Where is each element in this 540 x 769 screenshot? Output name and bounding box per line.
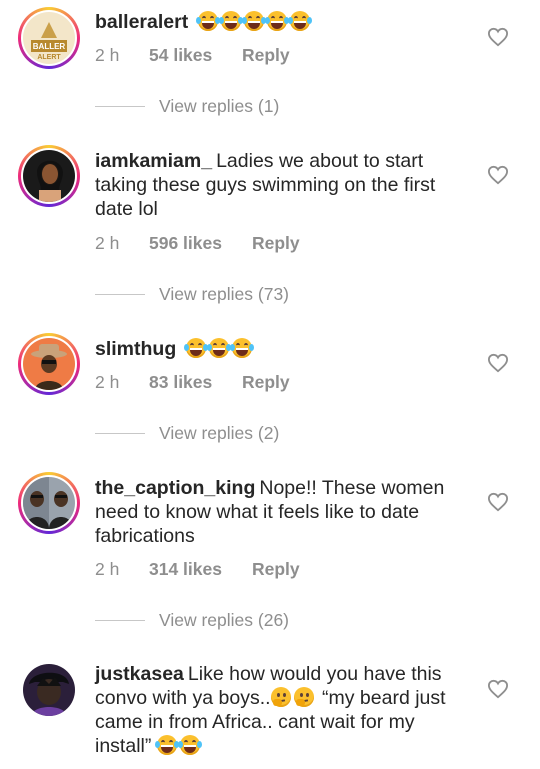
emoji-laugh-icon xyxy=(229,338,254,358)
username[interactable]: justkasea xyxy=(95,663,184,685)
comment-meta: 2 h 83 likes Reply xyxy=(95,372,290,393)
story-ring[interactable] xyxy=(18,145,80,207)
avatar xyxy=(23,338,75,390)
story-ring[interactable] xyxy=(18,333,80,395)
heart-outline-icon[interactable] xyxy=(487,492,509,512)
reply-button[interactable]: Reply xyxy=(242,372,290,393)
avatar: BALLER ALERT xyxy=(23,12,75,64)
view-replies-label: View replies (1) xyxy=(159,96,280,116)
divider xyxy=(95,106,145,107)
emoji-laugh-icon xyxy=(195,11,220,31)
divider xyxy=(95,294,145,295)
timestamp: 2 h xyxy=(95,233,120,253)
emoji-laugh-icon xyxy=(218,11,243,31)
comment-text: iamkamiam_ Ladies we about to start takin… xyxy=(95,149,475,221)
comment-text: justkasea Like how would you have this co… xyxy=(95,662,475,758)
view-replies-button[interactable]: View replies (26) xyxy=(95,610,289,631)
heart-outline-icon[interactable] xyxy=(487,165,509,185)
timestamp: 2 h xyxy=(95,45,120,65)
emoji-laugh-icon xyxy=(183,338,208,358)
emoji-laugh-icon xyxy=(287,11,312,31)
emoji-thinking-icon xyxy=(293,687,314,707)
view-replies-button[interactable]: View replies (1) xyxy=(95,96,279,117)
avatar xyxy=(23,477,75,529)
emoji-laugh-icon xyxy=(154,735,179,755)
comment-text: slimthug xyxy=(95,337,475,361)
emoji-laugh-icon xyxy=(241,11,266,31)
heart-outline-icon[interactable] xyxy=(487,679,509,699)
emoji-laugh-icon xyxy=(206,338,231,358)
username[interactable]: the_caption_king xyxy=(95,477,255,499)
likes-count[interactable]: 83 likes xyxy=(149,372,242,393)
reply-button[interactable]: Reply xyxy=(242,45,290,66)
username[interactable]: iamkamiam_ xyxy=(95,150,212,172)
avatar xyxy=(23,150,75,202)
avatar xyxy=(23,664,75,716)
username[interactable]: slimthug xyxy=(95,338,176,360)
comment-meta: 2 h 54 likes Reply xyxy=(95,45,290,66)
comment-text: balleralert xyxy=(95,10,475,34)
reply-button[interactable]: Reply xyxy=(252,233,300,254)
emoji-laugh-icon xyxy=(177,735,202,755)
likes-count[interactable]: 314 likes xyxy=(149,559,252,580)
svg-text:BALLER: BALLER xyxy=(33,42,66,51)
timestamp: 2 h xyxy=(95,559,120,579)
story-ring[interactable]: BALLER ALERT xyxy=(18,7,80,69)
divider xyxy=(95,620,145,621)
view-replies-label: View replies (73) xyxy=(159,284,290,304)
view-replies-label: View replies (26) xyxy=(159,610,290,630)
view-replies-button[interactable]: View replies (73) xyxy=(95,284,289,305)
emoji-thinking-icon xyxy=(270,687,291,707)
svg-text:ALERT: ALERT xyxy=(37,54,61,61)
reply-button[interactable]: Reply xyxy=(252,559,300,580)
likes-count[interactable]: 596 likes xyxy=(149,233,252,254)
likes-count[interactable]: 54 likes xyxy=(149,45,242,66)
story-ring[interactable] xyxy=(18,472,80,534)
username[interactable]: balleralert xyxy=(95,11,188,33)
divider xyxy=(95,433,145,434)
comment-text: the_caption_king Nope!! These women need … xyxy=(95,476,475,548)
emoji-laugh-icon xyxy=(264,11,289,31)
comment-meta: 2 h 314 likes Reply xyxy=(95,559,300,580)
view-replies-button[interactable]: View replies (2) xyxy=(95,423,279,444)
heart-outline-icon[interactable] xyxy=(487,27,509,47)
timestamp: 2 h xyxy=(95,372,120,392)
view-replies-label: View replies (2) xyxy=(159,423,280,443)
heart-outline-icon[interactable] xyxy=(487,353,509,373)
comment-meta: 2 h 596 likes Reply xyxy=(95,233,300,254)
avatar-frame[interactable] xyxy=(18,659,80,721)
